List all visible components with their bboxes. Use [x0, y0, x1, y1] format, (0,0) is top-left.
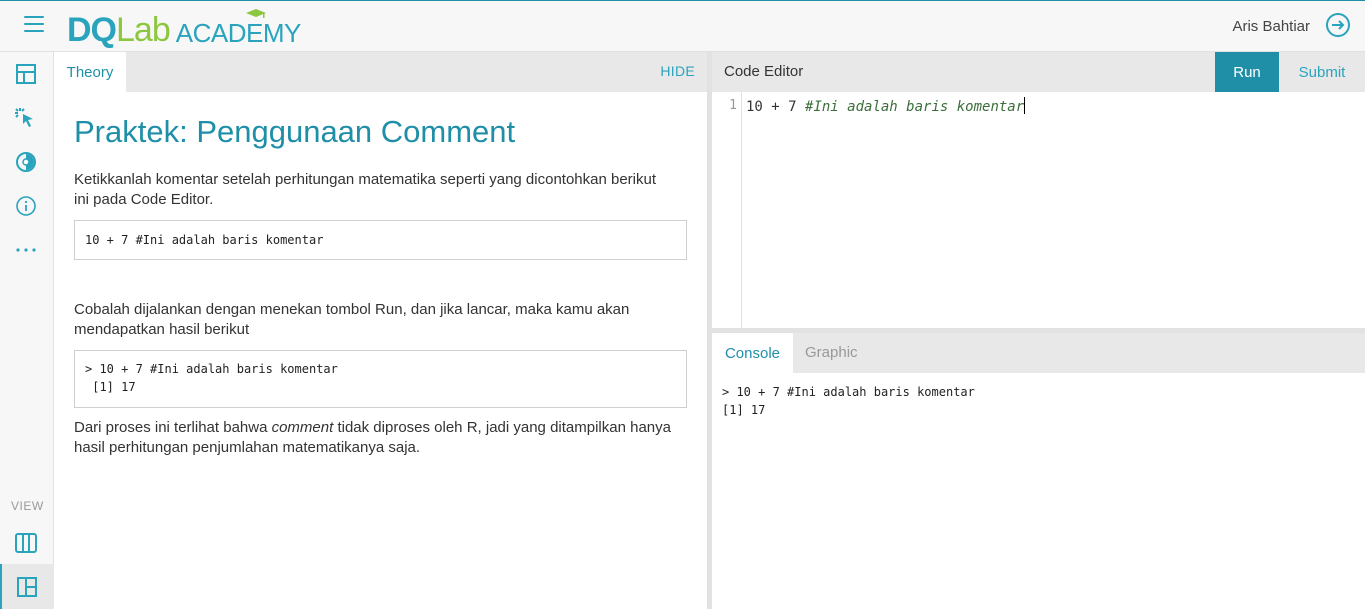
editor-code-line[interactable]: 10 + 7 #Ini adalah baris komentar: [746, 97, 1026, 115]
user-name[interactable]: Aris Bahtiar: [1232, 18, 1310, 35]
logo-lab: Lab: [116, 11, 171, 49]
example-code-block: 10 + 7 #Ini adalah baris komentar: [74, 220, 687, 260]
top-bar: DQ Lab ACADEMY Aris Bahtiar: [0, 1, 1365, 52]
code-comment: #Ini adalah baris komentar: [805, 99, 1025, 115]
tab-console[interactable]: Console: [712, 333, 793, 373]
tab-theory[interactable]: Theory: [54, 52, 126, 92]
more-icon[interactable]: [14, 238, 38, 262]
submit-button[interactable]: Submit: [1279, 52, 1365, 92]
instruction-paragraph: Ketikkanlah komentar setelah perhitungan…: [74, 171, 657, 208]
page-title: Praktek: Penggunaan Comment: [74, 114, 516, 149]
console-line-2: [1] 17: [722, 403, 766, 417]
conclusion-paragraph: Dari proses ini terlihat bahwa comment t…: [74, 419, 671, 456]
info-icon[interactable]: [14, 194, 38, 218]
tab-graphic[interactable]: Graphic: [805, 344, 858, 361]
expected-output-line-1: > 10 + 7 #Ini adalah baris komentar: [85, 362, 338, 376]
app-window: DQ Lab ACADEMY Aris Bahtiar VIEW Theory …: [0, 0, 1365, 609]
hamburger-menu-icon[interactable]: [24, 16, 44, 34]
editor-header: Code Editor Run Submit: [712, 52, 1365, 92]
logo-dq: DQ: [67, 11, 117, 49]
logout-icon[interactable]: [1325, 12, 1351, 38]
console-header: Console Graphic: [712, 333, 1365, 373]
logo-academy: ACADEMY: [176, 9, 301, 47]
text-cursor: [1024, 97, 1026, 114]
columns-view-icon[interactable]: [14, 531, 38, 555]
line-number: 1: [729, 98, 737, 113]
code-editor[interactable]: 1 10 + 7 #Ini adalah baris komentar: [712, 92, 1365, 328]
run-instruction-paragraph: Cobalah dijalankan dengan menekan tombol…: [74, 301, 630, 338]
theme-toggle-icon[interactable]: [14, 150, 38, 174]
split-view-icon[interactable]: [15, 575, 39, 599]
logo[interactable]: DQ Lab ACADEMY: [67, 9, 301, 49]
expected-output-line-2: [1] 17: [85, 380, 136, 394]
left-rail: VIEW: [0, 52, 54, 609]
layout-icon[interactable]: [14, 62, 38, 86]
line-gutter: 1: [712, 92, 742, 328]
console-line-1: > 10 + 7 #Ini adalah baris komentar: [722, 385, 975, 399]
run-button[interactable]: Run: [1215, 52, 1279, 92]
comment-emphasis: comment: [271, 419, 334, 436]
console-output: > 10 + 7 #Ini adalah baris komentar [1] …: [712, 373, 1365, 609]
expected-output-block: > 10 + 7 #Ini adalah baris komentar [1] …: [74, 350, 687, 408]
hide-button[interactable]: HIDE: [660, 63, 695, 79]
theory-header: Theory HIDE: [54, 52, 707, 92]
view-label: VIEW: [11, 499, 44, 513]
example-code-line: 10 + 7 #Ini adalah baris komentar: [85, 233, 324, 247]
theory-content: Praktek: Penggunaan Comment Ketikkanlah …: [54, 92, 707, 609]
cursor-click-icon[interactable]: [14, 106, 38, 130]
graduation-cap-icon: [245, 9, 266, 18]
editor-title: Code Editor: [724, 63, 804, 80]
